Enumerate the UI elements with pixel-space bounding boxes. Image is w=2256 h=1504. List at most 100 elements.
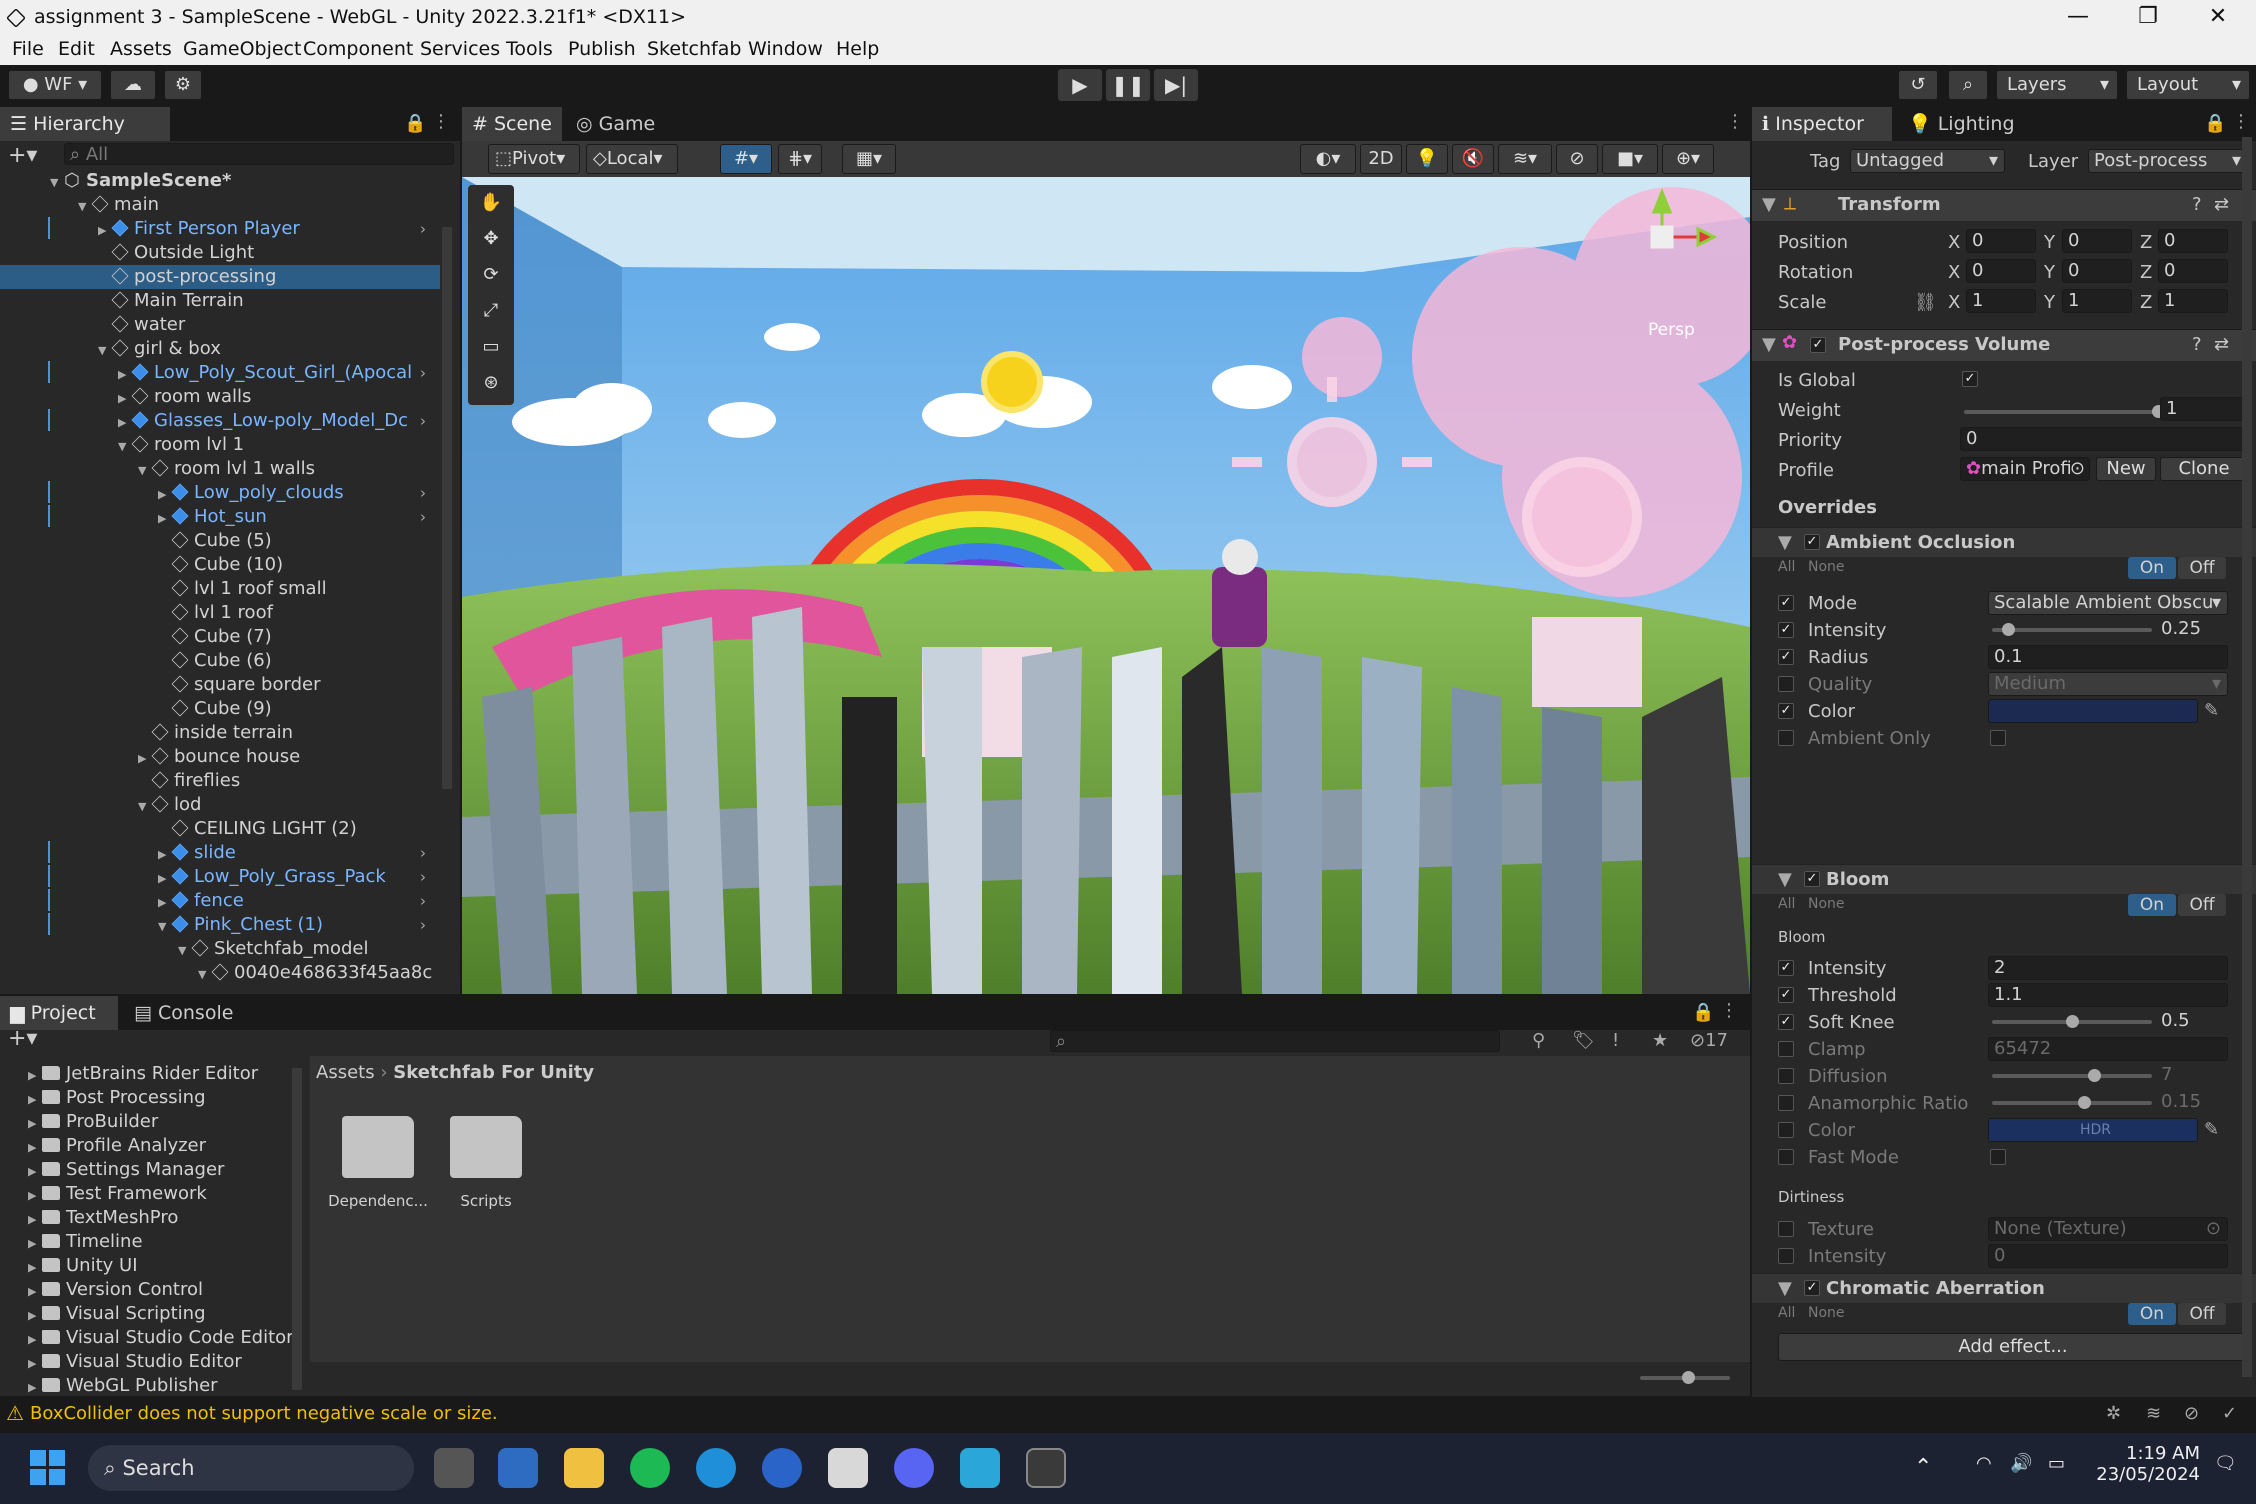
expand-arrow-icon[interactable]: ▼ [118, 435, 132, 459]
menu-sketchfab[interactable]: Sketchfab [647, 38, 741, 60]
menu-help[interactable]: Help [836, 38, 879, 60]
override-checkbox[interactable]: ✓ [1778, 649, 1794, 665]
project-tree-item[interactable]: ▶ Post Processing [28, 1086, 206, 1110]
lighting-bake-icon[interactable]: ⊘ [2184, 1403, 2199, 1424]
menu-edit[interactable]: Edit [58, 38, 95, 60]
hierarchy-item[interactable]: ▶ room walls [0, 385, 440, 409]
breadcrumb-current[interactable]: Sketchfab For Unity [393, 1062, 594, 1083]
local-dropdown[interactable]: ◇Local▾ [586, 144, 678, 174]
status-message[interactable]: BoxCollider does not support negative sc… [30, 1403, 498, 1424]
override-checkbox[interactable]: ✓ [1778, 1248, 1794, 1264]
eyedropper-icon[interactable]: ✎ [2204, 700, 2219, 721]
cache-icon[interactable]: ≋ [2146, 1403, 2161, 1424]
unity-editor-icon[interactable] [1026, 1448, 1066, 1488]
expand-arrow-icon[interactable]: ▶ [28, 1328, 42, 1352]
hierarchy-item[interactable]: ▶ Hot_sun › [0, 505, 440, 529]
create-asset-button[interactable]: +▾ [8, 1026, 37, 1051]
ao-mode-dropdown[interactable]: Scalable Ambient Obscu ▾ [1988, 591, 2228, 615]
settings-button[interactable]: ⚙ [164, 70, 202, 100]
bloom-anamorphic-ratio-field[interactable]: 0.15 [2156, 1091, 2228, 1115]
object-picker-icon[interactable]: ⊙ [2070, 458, 2085, 480]
maximize-button[interactable]: ❐ [2118, 2, 2178, 32]
history-button[interactable]: ↺ [1898, 70, 1938, 100]
pause-button[interactable]: ❚❚ [1106, 69, 1150, 101]
favorite-star-icon[interactable]: ★ [1652, 1030, 1668, 1051]
project-tree-item[interactable]: ▶ WebGL Publisher [28, 1374, 218, 1398]
component-enabled-checkbox[interactable]: ✓ [1810, 337, 1826, 353]
transform-position-z-field[interactable]: 0 [2158, 229, 2228, 253]
dirt-texture-field[interactable]: None (Texture) ⊙ [1988, 1217, 2228, 1241]
rotate-tool-icon[interactable]: ⟳ [468, 257, 514, 293]
expand-arrow-icon[interactable]: ▶ [28, 1280, 42, 1304]
override-checkbox[interactable]: ✓ [1778, 1149, 1794, 1165]
expand-arrow-icon[interactable]: ▶ [118, 387, 132, 411]
transform-rotation-y-field[interactable]: 0 [2062, 259, 2132, 283]
hierarchy-item[interactable]: ▶ bounce house [0, 745, 440, 769]
status-bar[interactable]: ⚠ BoxCollider does not support negative … [0, 1397, 2256, 1433]
ao-radius-field[interactable]: 0.1 [1988, 645, 2228, 669]
ao-intensity-field[interactable]: 0.25 [2156, 618, 2228, 642]
wifi-icon[interactable]: ◠ [1976, 1453, 1992, 1474]
bloom-fast-mode-checkbox[interactable]: ✓ [1990, 1149, 2006, 1165]
profile-field[interactable]: ✿main Profi ⊙ [1960, 457, 2090, 481]
scene-root[interactable]: ▼ ⬡ SampleScene* [0, 169, 440, 193]
hierarchy-item[interactable]: water [0, 313, 440, 337]
unity-hub-icon[interactable] [828, 1448, 868, 1488]
override-checkbox[interactable]: ✓ [1778, 1221, 1794, 1237]
all-toggle[interactable]: All [1778, 1305, 1795, 1321]
tab-console[interactable]: ▤ Console [124, 996, 254, 1030]
minimize-button[interactable]: — [2048, 2, 2108, 32]
hierarchy-item[interactable]: ▶ slide › [0, 841, 440, 865]
ambient-occlusion-header[interactable]: ▼ ✓ Ambient Occlusion ⋮ [1752, 527, 2256, 557]
hierarchy-item[interactable]: post-processing [0, 265, 440, 289]
more-menu-icon[interactable]: ⋮ [1720, 1000, 1738, 1021]
tab-game[interactable]: ◎ Game [566, 107, 676, 141]
bloom-anamorphic-ratio-slider[interactable] [1992, 1096, 2152, 1109]
asset-folder[interactable]: Dependenc... [328, 1116, 428, 1210]
expand-arrow-icon[interactable]: ▶ [28, 1256, 42, 1280]
hand-tool-icon[interactable]: ✋ [468, 185, 514, 221]
project-tree-item[interactable]: ▶ Visual Studio Code Editor [28, 1326, 294, 1350]
project-tree-item[interactable]: ▶ ProBuilder [28, 1110, 158, 1134]
project-tree-item[interactable]: ▶ Settings Manager [28, 1158, 224, 1182]
rect-tool-icon[interactable]: ▭ [468, 329, 514, 365]
hierarchy-item[interactable]: ▶ Low_Poly_Scout_Girl_(Apocal › [0, 361, 440, 385]
chevron-right-icon[interactable]: › [420, 841, 426, 865]
spotify-icon[interactable] [630, 1448, 670, 1488]
effect-enabled-checkbox[interactable]: ✓ [1804, 534, 1820, 550]
hierarchy-item[interactable]: fireflies [0, 769, 440, 793]
icon-size-slider[interactable] [1640, 1371, 1730, 1384]
tab-hierarchy[interactable]: ☰ Hierarchy [0, 107, 170, 141]
discord-icon[interactable] [894, 1448, 934, 1488]
menu-gameobject[interactable]: GameObject [183, 38, 301, 60]
ao-intensity-slider[interactable] [1992, 623, 2152, 636]
none-toggle[interactable]: None [1808, 1305, 1845, 1321]
expand-arrow-icon[interactable]: ▶ [28, 1184, 42, 1208]
expand-arrow-icon[interactable]: ▶ [28, 1352, 42, 1376]
menu-publish[interactable]: Publish [568, 38, 636, 60]
hierarchy-item[interactable]: ▼ Pink_Chest (1) › [0, 913, 440, 937]
slider-knob[interactable] [1682, 1371, 1695, 1384]
hierarchy-item[interactable]: Outside Light [0, 241, 440, 265]
post-process-volume-header[interactable]: ▼ ✿ ✓ Post-process Volume ? ⇄ ⋮ [1752, 329, 2256, 361]
transform-header[interactable]: ▼ ⟂ Transform ? ⇄ ⋮ [1752, 189, 2256, 221]
project-tree-item[interactable]: ▶ Timeline [28, 1230, 143, 1254]
chevron-right-icon[interactable]: › [420, 865, 426, 889]
increment-snap-button[interactable]: ⋕▾ [778, 144, 822, 174]
bloom-intensity-field[interactable]: 2 [1988, 956, 2228, 980]
expand-arrow-icon[interactable]: ▶ [28, 1136, 42, 1160]
play-button[interactable]: ▶ [1058, 69, 1102, 101]
lock-icon[interactable]: 🔒 [404, 113, 426, 134]
expand-arrow-icon[interactable]: ▼ [1778, 869, 1792, 890]
hierarchy-item[interactable]: Main Terrain [0, 289, 440, 313]
transform-scale-z-field[interactable]: 1 [2158, 289, 2228, 313]
all-toggle[interactable]: All [1778, 559, 1795, 575]
filter-type-icon[interactable]: ⚲ [1532, 1030, 1545, 1051]
on-button[interactable]: On [2128, 557, 2176, 579]
transform-position-x-field[interactable]: 0 [1966, 229, 2036, 253]
filter-label-icon[interactable]: 🏷 [1572, 1030, 1595, 1051]
eyedropper-icon[interactable]: ✎ [2204, 1119, 2219, 1140]
slider-knob[interactable] [2088, 1069, 2101, 1082]
lighting-toggle[interactable]: 💡 [1406, 144, 1448, 174]
preset-icon[interactable]: ⇄ [2214, 194, 2229, 215]
